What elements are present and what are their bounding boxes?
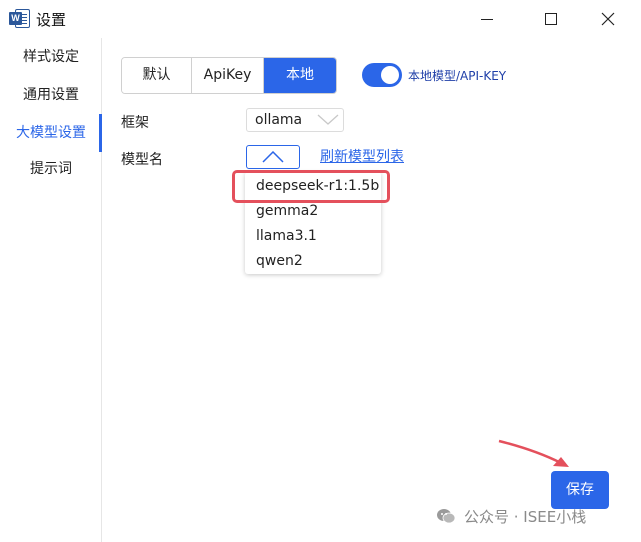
minimize-button[interactable] [464,0,510,38]
close-button[interactable] [585,0,631,38]
tab-default[interactable]: 默认 [122,58,192,93]
model-option[interactable]: qwen2 [245,249,381,274]
wechat-icon [437,509,456,524]
highlight-box [232,170,390,203]
sidebar: 样式设定 通用设置 大模型设置 提示词 [0,38,102,542]
watermark: 公众号 · ISEE小栈 [436,505,586,527]
minimize-icon [481,18,493,20]
model-option[interactable]: llama3.1 [245,224,381,249]
word-icon: W [9,9,30,28]
window-title: 设置 [36,11,67,29]
local-model-toggle[interactable] [362,63,402,87]
refresh-models-link[interactable]: 刷新模型列表 [320,146,404,166]
sidebar-item-prompts[interactable]: 提示词 [0,153,102,185]
sidebar-active-indicator [99,114,102,152]
chevron-up-icon [262,151,284,163]
local-model-toggle-label: 本地模型/API-KEY [408,69,507,83]
tab-local[interactable]: 本地 [264,58,336,93]
model-name-label: 模型名 [121,152,163,168]
tab-apikey[interactable]: ApiKey [192,58,264,93]
watermark-text: 公众号 · ISEE小栈 [464,507,587,526]
framework-label: 框架 [121,115,149,131]
maximize-button[interactable] [528,0,574,38]
framework-select-value: ollama [255,112,303,128]
sidebar-item-llm[interactable]: 大模型设置 [0,117,102,149]
mode-tabs: 默认 ApiKey 本地 [121,57,337,94]
title-bar: W 设置 [0,0,641,38]
save-button[interactable]: 保存 [551,471,609,509]
model-select[interactable] [246,145,300,169]
arrow-annotation [498,439,569,467]
chevron-down-icon [317,114,339,125]
framework-select[interactable]: ollama [246,108,344,132]
toggle-knob [381,66,399,84]
maximize-icon [545,13,557,25]
close-icon [601,12,615,26]
sidebar-item-general[interactable]: 通用设置 [0,79,102,111]
sidebar-item-style[interactable]: 样式设定 [0,41,102,73]
